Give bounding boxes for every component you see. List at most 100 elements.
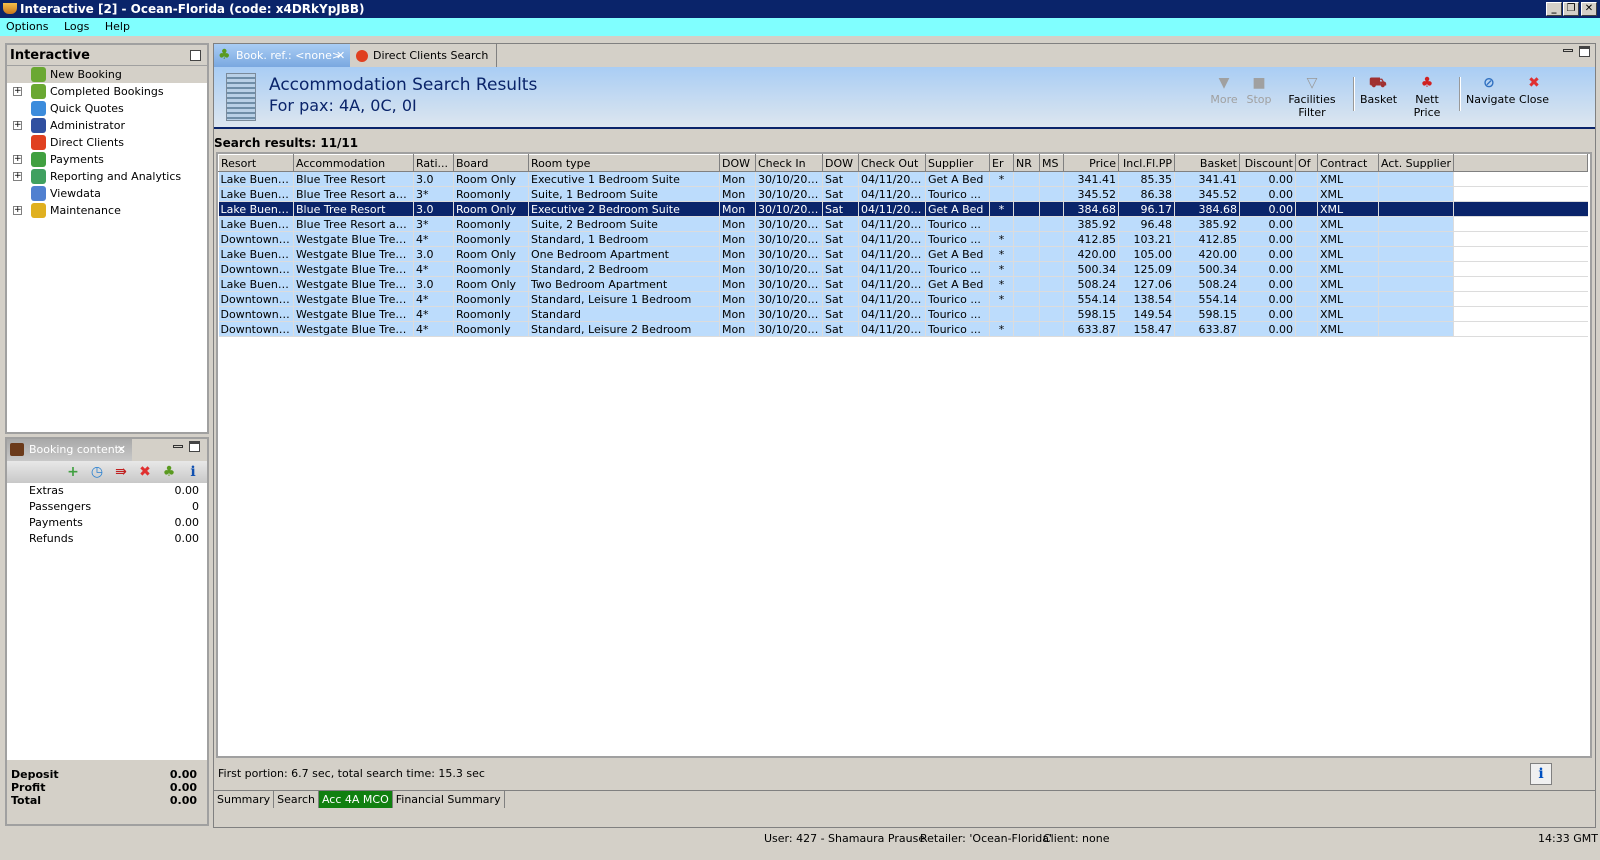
table-row[interactable]: Downtown ... Westgate Blue Tree ... 4* Room… <box>218 306 1588 322</box>
column-header[interactable]: DOW <box>719 154 756 172</box>
maximize-panel-icon[interactable] <box>1579 46 1590 57</box>
delete-icon[interactable]: ✖ <box>137 464 153 480</box>
stop-button[interactable]: ■ Stop <box>1245 75 1273 119</box>
basket-transfer-icon[interactable]: ⇛ <box>113 464 129 480</box>
column-header[interactable]: Discount <box>1239 154 1296 172</box>
menu-help[interactable]: Help <box>105 18 130 36</box>
minimize-button[interactable]: _ <box>1546 2 1562 16</box>
table-cell: 4* <box>413 306 454 322</box>
table-cell: 0.00 <box>1239 246 1296 262</box>
results-header: Accommodation Search Results For pax: 4A… <box>214 67 1595 129</box>
palm-tree-icon[interactable]: ♣ <box>161 464 177 480</box>
tab-direct-clients-search[interactable]: Direct Clients Search <box>351 44 497 67</box>
close-label: Close <box>1519 93 1549 106</box>
table-cell: Blue Tree Resort <box>293 201 414 217</box>
table-row[interactable]: Lake Buena... Westgate Blue Tree ... 3.0 Ro… <box>218 246 1588 262</box>
column-header[interactable]: MS <box>1039 154 1064 172</box>
column-header[interactable]: NR <box>1013 154 1040 172</box>
column-header[interactable]: Contract <box>1317 154 1379 172</box>
table-row[interactable]: Lake Buena... Blue Tree Resort at L... 3* R… <box>218 186 1588 202</box>
table-row[interactable]: Lake Buena... Westgate Blue Tree ... 3.0 Ro… <box>218 276 1588 292</box>
table-row[interactable]: Downtown ... Westgate Blue Tree ... 4* Room… <box>218 261 1588 277</box>
table-cell <box>1295 291 1318 307</box>
table-cell: Lake Buena... <box>218 171 294 187</box>
table-cell: 4* <box>413 261 454 277</box>
column-header[interactable]: Er <box>989 154 1014 172</box>
menu-options[interactable]: Options <box>6 18 48 36</box>
column-header[interactable]: Room type <box>528 154 720 172</box>
nav-item[interactable]: New Booking <box>7 66 207 83</box>
expand-icon[interactable]: + <box>13 87 22 96</box>
table-cell: 412.85 <box>1174 231 1240 247</box>
close-tab-icon[interactable]: ✕ <box>336 44 345 67</box>
column-header[interactable]: DOW <box>822 154 859 172</box>
table-cell: Get A Bed <box>925 171 990 187</box>
nav-item[interactable]: + Administrator <box>7 117 207 134</box>
close-button[interactable]: ✖ Close <box>1519 75 1549 119</box>
info-button[interactable]: i <box>1530 763 1552 785</box>
facilities-filter-button[interactable]: ▽ Facilities Filter <box>1277 75 1347 119</box>
bottom-tab[interactable]: Acc 4A MCO <box>318 791 393 808</box>
table-row[interactable]: Downtown ... Westgate Blue Tree ... 4* Room… <box>218 231 1588 247</box>
nav-item[interactable]: + Maintenance <box>7 202 207 219</box>
nav-item[interactable]: + Completed Bookings <box>7 83 207 100</box>
column-header[interactable]: Resort <box>218 154 294 172</box>
table-cell <box>1378 306 1454 322</box>
column-header[interactable]: Basket <box>1174 154 1240 172</box>
bottom-tab[interactable]: Search <box>274 791 319 808</box>
table-row[interactable]: Downtown ... Westgate Blue Tree ... 4* Room… <box>218 321 1588 337</box>
column-header[interactable]: Act. Supplier <box>1378 154 1454 172</box>
more-button[interactable]: ▼ More <box>1209 75 1239 119</box>
pax-subtitle: For pax: 4A, 0C, 0I <box>269 96 417 115</box>
column-header[interactable]: Price <box>1063 154 1119 172</box>
info-icon[interactable]: i <box>185 464 201 480</box>
table-cell: Sat <box>822 216 859 232</box>
menu-logs[interactable]: Logs <box>64 18 89 36</box>
nav-item[interactable]: Viewdata <box>7 185 207 202</box>
column-header[interactable]: Incl.Fl.PP <box>1118 154 1175 172</box>
minimize-panel-icon[interactable] <box>173 445 183 448</box>
table-cell: Mon <box>719 216 756 232</box>
nav-item[interactable]: Direct Clients <box>7 134 207 151</box>
maintenance-icon <box>31 203 46 218</box>
nett-price-button[interactable]: ♣ Nett Price <box>1402 75 1452 119</box>
add-icon[interactable]: + <box>65 464 81 480</box>
nav-item[interactable]: + Payments <box>7 151 207 168</box>
expand-icon[interactable]: + <box>13 172 22 181</box>
table-row[interactable]: Lake Buena... Blue Tree Resort at L... 3* R… <box>218 216 1588 232</box>
collapse-panel-button[interactable] <box>190 50 201 61</box>
maximize-panel-icon[interactable] <box>189 441 200 452</box>
close-window-button[interactable]: ✕ <box>1581 2 1597 16</box>
table-cell: Tourico ... <box>925 186 990 202</box>
expand-icon[interactable]: + <box>13 121 22 130</box>
column-header[interactable]: Rati... <box>413 154 454 172</box>
column-header[interactable]: Check Out <box>858 154 926 172</box>
bottom-tab[interactable]: Summary <box>214 791 275 808</box>
booking-contents-tab[interactable]: Booking contents ✕ <box>7 439 132 461</box>
navigate-button[interactable]: ⊘ Navigate <box>1466 75 1515 119</box>
restore-button[interactable]: ❐ <box>1563 2 1579 16</box>
table-cell: 30/10/2017 <box>755 171 823 187</box>
nav-item-label: Quick Quotes <box>50 102 124 115</box>
expand-icon[interactable]: + <box>13 206 22 215</box>
basket-button[interactable]: ⛟ Basket <box>1360 75 1397 119</box>
bottom-tab[interactable]: Financial Summary <box>393 791 505 808</box>
clock-icon[interactable]: ◷ <box>89 464 105 480</box>
column-header[interactable]: Board <box>453 154 529 172</box>
column-header[interactable]: Supplier <box>925 154 990 172</box>
expand-icon[interactable]: + <box>13 155 22 164</box>
table-row[interactable]: Lake Buena... Blue Tree Resort 3.0 Room Onl… <box>218 201 1588 217</box>
tab-booking-ref[interactable]: ♣ Book. ref.: <none> ✕ <box>214 44 350 67</box>
column-header[interactable]: Check In <box>755 154 823 172</box>
column-header[interactable]: Accommodation <box>293 154 414 172</box>
nav-item[interactable]: Quick Quotes <box>7 100 207 117</box>
column-header[interactable]: Of <box>1295 154 1318 172</box>
table-row[interactable]: Downtown ... Westgate Blue Tree ... 4* Room… <box>218 291 1588 307</box>
table-header: Resort Accommodation Rati... Board Room type… <box>218 154 1588 172</box>
booking-contents-list: Extras 0.00 Passengers 0 Payments 0.00 Refunds… <box>7 483 207 760</box>
table-row[interactable]: Lake Buena... Blue Tree Resort 3.0 Room Onl… <box>218 171 1588 187</box>
close-tab-icon[interactable]: ✕ <box>117 439 126 461</box>
nav-item[interactable]: + Reporting and Analytics <box>7 168 207 185</box>
table-cell: 30/10/2017 <box>755 231 823 247</box>
minimize-panel-icon[interactable] <box>1563 49 1573 52</box>
